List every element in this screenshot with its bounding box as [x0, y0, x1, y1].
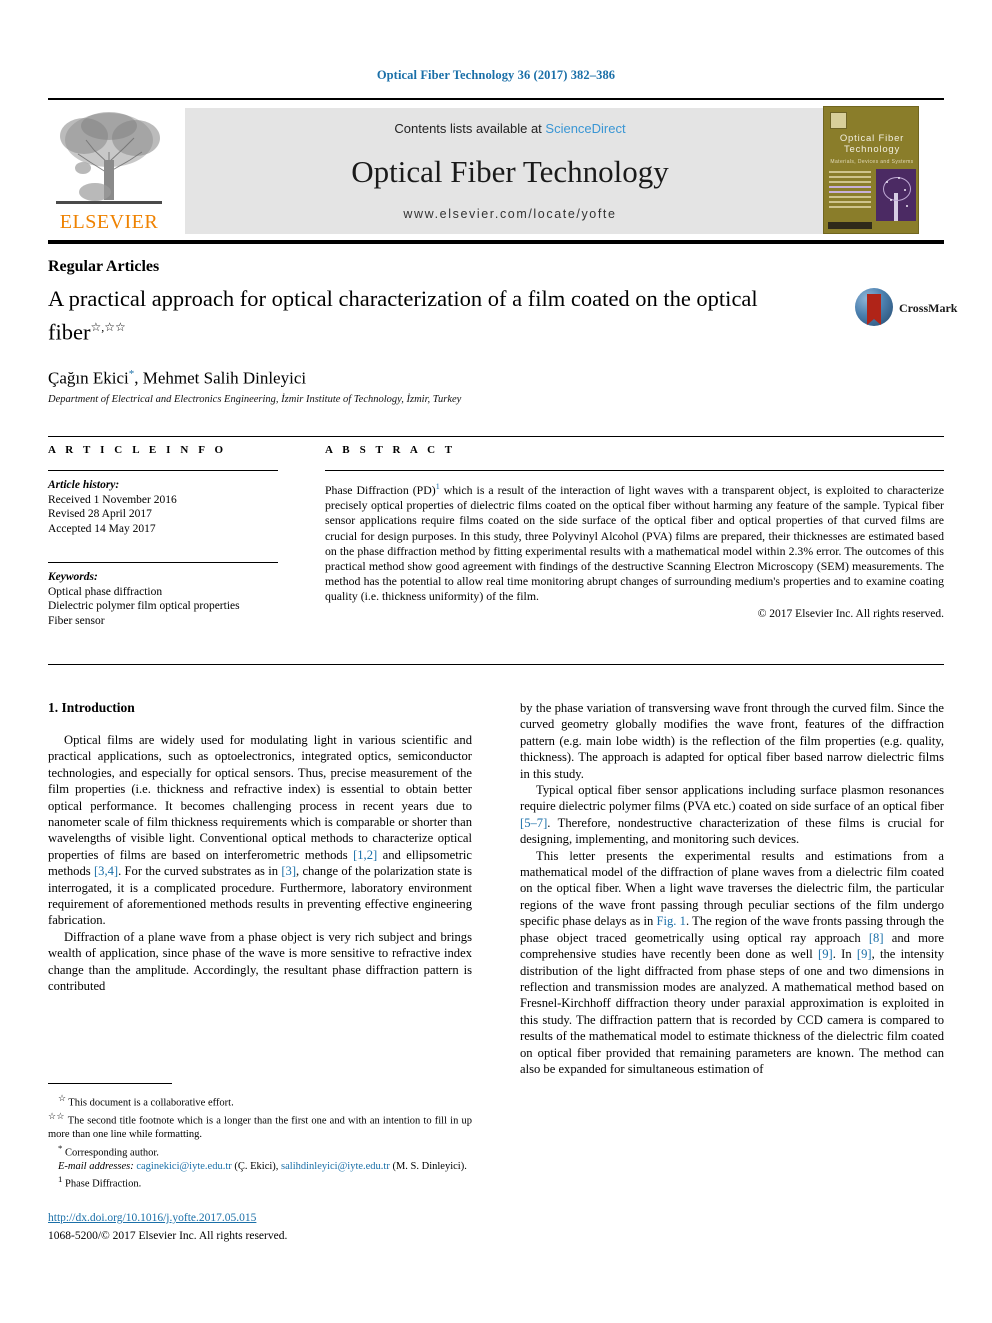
crossmark-bookmark-icon	[867, 294, 881, 325]
author-secondary: , Mehmet Salih Dinleyici	[134, 368, 307, 388]
footnotes-block: ☆ This document is a collaborative effor…	[48, 1083, 472, 1192]
citation-link[interactable]: [9]	[857, 947, 872, 961]
citation-link[interactable]: [3,4]	[94, 864, 118, 878]
email-link-primary[interactable]: caginekici@iyte.edu.tr	[136, 1161, 231, 1172]
info-band-bottom-rule	[48, 664, 944, 665]
cover-footer-band	[828, 222, 872, 229]
keyword-item: Fiber sensor	[48, 614, 105, 627]
footnote-item: * Corresponding author.	[48, 1142, 472, 1160]
article-info-rule	[48, 470, 278, 471]
paragraph: Diffraction of a plane wave from a phase…	[48, 929, 472, 994]
journal-cover-thumbnail: Optical Fiber Technology Materials, Devic…	[823, 106, 919, 234]
crossmark-badge[interactable]: CrossMark	[855, 288, 957, 328]
page-title: A practical approach for optical charact…	[48, 285, 818, 347]
keyword-item: Optical phase diffraction	[48, 585, 163, 598]
footnote-text: The second title footnote which is a lon…	[48, 1115, 472, 1141]
keywords-block: Keywords: Optical phase diffraction Diel…	[48, 570, 278, 628]
citation-link[interactable]: [1,2]	[353, 848, 377, 862]
abstract-copyright: © 2017 Elsevier Inc. All rights reserved…	[757, 607, 944, 620]
footnote-text: This document is a collaborative effort.	[65, 1097, 234, 1109]
email-label: E-mail addresses:	[58, 1160, 134, 1172]
introduction-heading: 1. Introduction	[48, 700, 135, 715]
author-primary: Çağın Ekici	[48, 368, 129, 388]
journal-title: Optical Fiber Technology	[351, 154, 669, 189]
keywords-label: Keywords:	[48, 571, 98, 583]
article-info-column: Article history: Received 1 November 201…	[48, 470, 278, 628]
paragraph: This letter presents the experimental re…	[520, 848, 944, 1078]
email-owner: (M. S. Dinleyici).	[389, 1160, 467, 1172]
contents-prefix: Contents lists available at	[394, 121, 546, 136]
citation-link[interactable]: [8]	[869, 931, 884, 945]
article-title-text: A practical approach for optical charact…	[48, 286, 758, 345]
page-footer: http://dx.doi.org/10.1016/j.yofte.2017.0…	[48, 1212, 472, 1244]
abstract-text: Phase Diffraction (PD)1 which is a resul…	[325, 479, 944, 605]
paragraph: Typical optical fiber sensor application…	[520, 782, 944, 848]
info-band-top-rule	[48, 436, 944, 437]
cover-title: Optical Fiber Technology	[839, 133, 905, 155]
figure-link[interactable]: Fig. 1	[657, 914, 686, 928]
paragraph: by the phase variation of transversing w…	[520, 701, 944, 781]
title-footnote-marks: ☆,☆☆	[90, 320, 126, 334]
footnote-text: Corresponding author.	[62, 1147, 159, 1159]
revised-date: Revised 28 April 2017	[48, 508, 152, 520]
abstract-rule	[325, 470, 944, 471]
masthead-banner: Contents lists available at ScienceDirec…	[185, 108, 835, 234]
article-info-heading: A R T I C L E I N F O	[48, 444, 227, 456]
affiliation: Department of Electrical and Electronics…	[48, 394, 462, 405]
cover-publisher-badge	[830, 112, 847, 129]
footnote-rule	[48, 1083, 172, 1084]
footnote-email-item: E-mail addresses: caginekici@iyte.edu.tr…	[48, 1160, 472, 1174]
running-head: Optical Fiber Technology 36 (2017) 382–3…	[376, 68, 616, 82]
footnote-mark: ☆☆	[48, 1111, 65, 1122]
body-column-left: 1. Introduction Optical films are widely…	[48, 700, 472, 995]
citation-link[interactable]: [3]	[281, 864, 296, 878]
paragraph-text: , the intensity distribution of the ligh…	[520, 947, 944, 1076]
keyword-item: Dielectric polymer film optical properti…	[48, 600, 240, 612]
elsevier-logo: ELSEVIER	[48, 106, 170, 236]
paragraph-text: Typical optical fiber sensor application…	[520, 783, 944, 814]
elsevier-tree-icon	[56, 112, 162, 204]
abstract-column: Phase Diffraction (PD)1 which is a resul…	[325, 470, 944, 620]
email-owner: (Ç. Ekici),	[231, 1160, 282, 1172]
article-type-label: Regular Articles	[48, 258, 160, 275]
cover-subtitle: Materials, Devices and Systems	[830, 159, 914, 165]
accepted-date: Accepted 14 May 2017	[48, 522, 156, 535]
email-link-secondary[interactable]: salihdinleyici@iyte.edu.tr	[281, 1161, 390, 1172]
contents-available-line: Contents lists available at ScienceDirec…	[185, 121, 835, 136]
paragraph-text: . Therefore, nondestructive characteriza…	[520, 815, 944, 847]
doi-link[interactable]: http://dx.doi.org/10.1016/j.yofte.2017.0…	[48, 1212, 472, 1224]
body-column-right: by the phase variation of transversing w…	[520, 700, 944, 1077]
abstract-heading: A B S T R A C T	[325, 444, 456, 456]
crossmark-label: CrossMark	[899, 301, 958, 315]
masthead-top-rule	[48, 98, 944, 100]
paragraph-text: . For the curved substrates as in	[118, 864, 282, 879]
paragraph: Optical films are widely used for modula…	[48, 732, 472, 929]
author-list: Çağın Ekici*, Mehmet Salih Dinleyici	[48, 368, 306, 389]
article-page: Optical Fiber Technology 36 (2017) 382–3…	[0, 0, 992, 1323]
footnote-text: Phase Diffraction.	[62, 1178, 142, 1190]
paragraph-text: . In	[832, 947, 857, 962]
abstract-lead: Phase Diffraction (PD)	[325, 482, 436, 497]
sciencedirect-link[interactable]: ScienceDirect	[545, 121, 625, 136]
article-history-block: Article history: Received 1 November 201…	[48, 478, 278, 536]
keywords-rule	[48, 562, 278, 563]
footnote-item: ☆☆ The second title footnote which is a …	[48, 1110, 472, 1142]
article-history-label: Article history:	[48, 479, 120, 491]
elsevier-wordmark: ELSEVIER	[59, 211, 159, 233]
citation-link[interactable]: [9]	[818, 947, 833, 961]
issn-copyright: 1068-5200/© 2017 Elsevier Inc. All right…	[48, 1230, 288, 1242]
footnote-item: ☆ This document is a collaborative effor…	[48, 1092, 472, 1110]
abstract-body: which is a result of the interaction of …	[325, 482, 944, 604]
citation-link[interactable]: [5–7]	[520, 816, 547, 830]
cover-artwork-panel	[876, 169, 916, 221]
masthead-bottom-bar	[48, 240, 944, 244]
crossmark-circle-icon	[855, 288, 893, 326]
cover-contents-lines	[829, 171, 871, 211]
received-date: Received 1 November 2016	[48, 493, 177, 506]
paragraph-text: Optical films are widely used for modula…	[48, 733, 472, 862]
journal-url[interactable]: www.elsevier.com/locate/yofte	[185, 207, 835, 221]
footnote-item: 1 Phase Diffraction.	[48, 1173, 472, 1191]
journal-masthead: ELSEVIER Contents lists available at Sci…	[48, 98, 944, 238]
footnote-mark: ☆	[58, 1093, 66, 1103]
